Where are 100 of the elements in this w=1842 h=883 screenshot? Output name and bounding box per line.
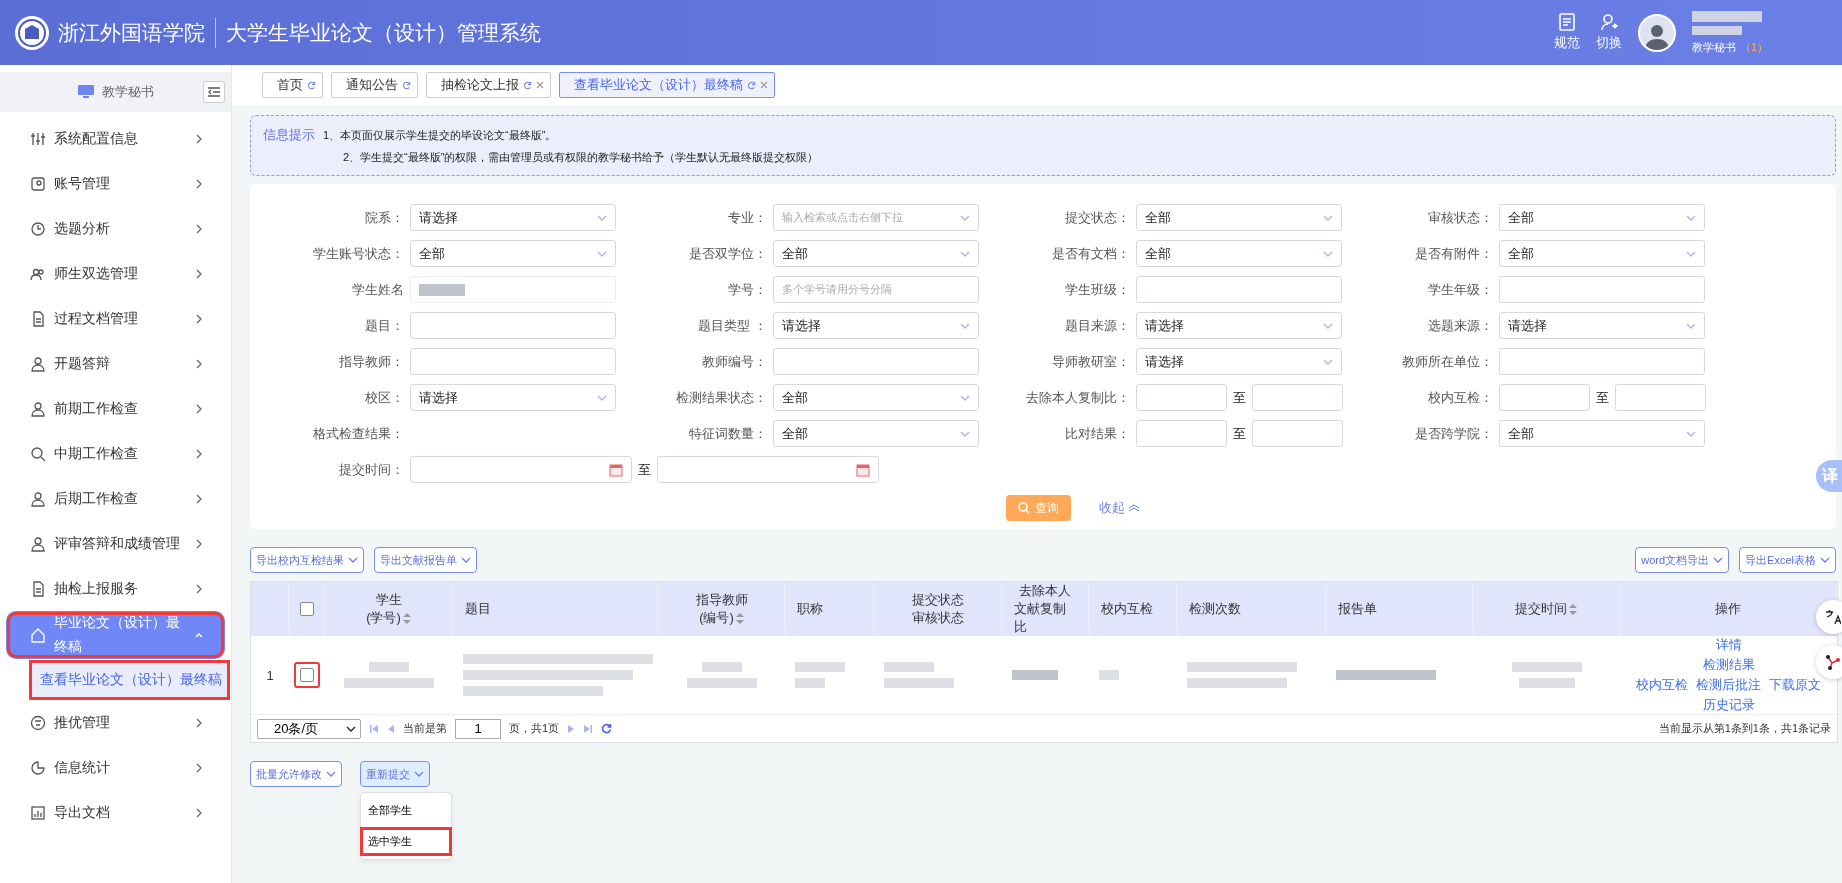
sidebar-item[interactable]: 开题答辩 [6,341,225,386]
page-tab[interactable]: 抽检论文上报 [426,72,551,98]
sliders-icon [30,130,46,147]
input-field[interactable] [1252,384,1343,411]
collapse-sidebar-button[interactable] [203,81,225,103]
select-field[interactable]: 全部 [410,240,616,267]
select-field[interactable]: 全部 [773,384,979,411]
action-link[interactable]: 检测后批注 [1696,676,1761,694]
first-page-button[interactable] [369,723,379,734]
export-dropdown-button[interactable]: 导出Excel表格 [1739,547,1836,573]
export-dropdown-button[interactable]: word文档导出 [1635,547,1730,573]
select-field[interactable]: 请选择 [410,204,616,231]
input-field[interactable] [1499,276,1705,303]
sidebar-item[interactable]: 前期工作检查 [6,386,225,431]
action-link[interactable]: 详情 [1715,636,1742,654]
sidebar-item[interactable]: 账号管理 [6,161,225,206]
calendar-icon[interactable] [609,462,623,477]
calendar-icon[interactable] [856,462,870,477]
sidebar-item[interactable]: 选题分析 [6,206,225,251]
caret-icon [597,394,607,401]
caret-icon [1323,250,1333,257]
sidebar-item[interactable]: 信息统计 [6,745,225,791]
select-field[interactable]: 请选择 [410,384,616,411]
select-field[interactable]: 全部 [773,420,979,447]
system-title: 大学生毕业论文（设计）管理系统 [226,19,541,46]
sidebar-subitem[interactable]: 查看毕业论文（设计）最终稿 [32,662,227,697]
input-field[interactable] [1499,384,1590,411]
input-field[interactable] [1252,420,1343,447]
select-field[interactable]: 请选择 [1499,312,1705,339]
field-label: 学生账号状态： [312,244,404,263]
select-field[interactable]: 请选择 [1136,348,1342,375]
input-field[interactable] [410,312,616,339]
page-tab[interactable]: 首页 [262,72,323,98]
select-field[interactable]: 全部 [1136,240,1342,267]
sort-icon[interactable] [735,612,744,624]
last-page-button[interactable] [583,723,594,734]
sidebar-item[interactable]: 后期工作检查 [6,476,225,521]
input-field[interactable] [773,348,979,375]
select-field[interactable]: 请选择 [773,312,979,339]
refresh-icon[interactable] [523,80,532,90]
select-field[interactable]: 全部 [1499,204,1705,231]
input-field[interactable] [1136,420,1227,447]
select-field[interactable]: 请选择 [1136,312,1342,339]
menu-item[interactable]: 选中学生 [361,828,451,855]
refresh-icon[interactable] [307,80,316,90]
next-page-button[interactable] [567,723,576,734]
close-icon[interactable] [760,81,768,89]
page-number-input[interactable]: 1 [455,718,501,739]
sidebar-item[interactable]: 导出文档 [6,790,225,836]
input-field[interactable] [1136,276,1342,303]
input-field[interactable] [1136,384,1227,411]
previous-page-button[interactable] [387,723,395,734]
action-link[interactable]: 历史记录 [1702,696,1755,714]
input-field[interactable] [1615,384,1706,411]
field-label: 专业： [727,208,767,227]
select-field[interactable]: 全部 [773,240,979,267]
action-link[interactable]: 校内互检 [1636,676,1688,694]
page-size-select[interactable]: 20条/页 [257,718,361,739]
select-field[interactable]: 全部 [1136,204,1342,231]
header-action[interactable]: 规范 [1553,13,1580,52]
date-field[interactable] [410,456,632,483]
input-field[interactable] [1499,348,1705,375]
select-field[interactable]: 全部 [1499,240,1705,267]
sidebar-item[interactable]: 评审答辩和成绩管理 [6,521,225,566]
row-checkbox[interactable] [300,668,314,682]
caret-icon [1686,322,1696,329]
page-tab[interactable]: 查看毕业论文（设计）最终稿 [559,72,775,98]
input-field[interactable] [410,348,616,375]
action-link[interactable]: 下载原文 [1769,676,1821,694]
bulk-action-button[interactable]: 重新提交 [360,761,430,787]
export-dropdown-button[interactable]: 导出校内互检结果 [250,547,364,573]
action-link[interactable]: 检测结果 [1702,656,1755,674]
date-field[interactable] [657,456,879,483]
export-dropdown-button[interactable]: 导出文献报告单 [374,547,477,573]
refresh-icon[interactable] [402,80,411,90]
menu-item[interactable]: 全部学生 [361,797,451,824]
blurred-text [419,283,465,296]
field-label: 是否有文档： [1051,244,1130,263]
sort-icon[interactable] [402,612,411,624]
sidebar-item[interactable]: 推优管理 [6,700,225,746]
close-icon[interactable] [536,81,544,89]
caret-icon [1686,214,1696,221]
refresh-icon[interactable] [747,80,756,90]
header-action[interactable]: 切换 [1595,13,1622,52]
select-all-checkbox[interactable] [299,602,314,616]
avatar[interactable] [1637,13,1676,52]
sort-icon[interactable] [1569,603,1577,615]
sidebar-item[interactable]: 系统配置信息 [6,116,225,161]
page-tab[interactable]: 通知公告 [331,72,418,98]
input-field[interactable] [410,276,616,303]
reload-button[interactable] [601,723,613,734]
document-icon [1557,13,1576,31]
field-label: 格式检查结果： [312,424,404,443]
select-field[interactable]: 全部 [1499,420,1705,447]
sidebar-item[interactable]: 过程文档管理 [6,296,225,341]
sidebar-item[interactable]: 抽检上报服务 [6,566,225,611]
collapse-link[interactable]: 收起 [1099,499,1140,517]
sidebar-item[interactable]: 中期工作检查 [6,431,225,476]
bulk-action-button[interactable]: 批量允许修改 [250,761,342,787]
sidebar-item[interactable]: 师生双选管理 [6,251,225,296]
